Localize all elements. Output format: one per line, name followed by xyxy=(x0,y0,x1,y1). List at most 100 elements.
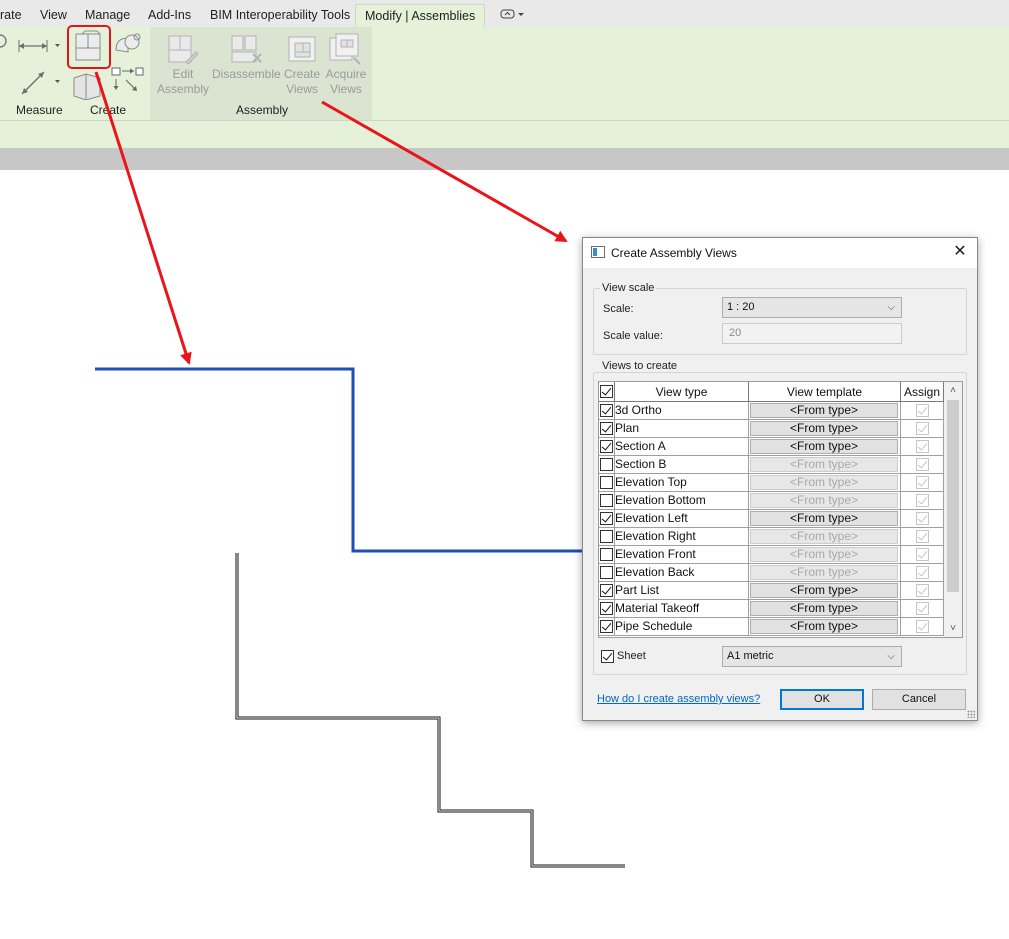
resize-grip-icon[interactable] xyxy=(967,710,975,718)
row-checkbox-cell[interactable] xyxy=(599,582,615,599)
row-checkbox-cell[interactable] xyxy=(599,528,615,545)
row-checkbox[interactable] xyxy=(600,404,613,417)
scroll-down-icon[interactable]: ˅ xyxy=(944,620,962,637)
assign-checkbox[interactable] xyxy=(916,404,929,417)
view-template-button[interactable]: <From type> xyxy=(750,601,898,616)
table-row[interactable]: Elevation Right <From type> xyxy=(599,528,944,546)
view-template-button[interactable]: <From type> xyxy=(750,475,898,490)
table-row[interactable]: Elevation Bottom <From type> xyxy=(599,492,944,510)
scroll-thumb[interactable] xyxy=(947,400,959,592)
scale-value-label: Scale value: xyxy=(603,330,663,342)
row-checkbox-cell[interactable] xyxy=(599,420,615,437)
row-checkbox-cell[interactable] xyxy=(599,510,615,527)
assign-checkbox[interactable] xyxy=(916,512,929,525)
scale-label: Scale: xyxy=(603,303,634,315)
cancel-button[interactable]: Cancel xyxy=(872,689,966,710)
assign-checkbox[interactable] xyxy=(916,602,929,615)
row-checkbox[interactable] xyxy=(600,476,613,489)
row-checkbox[interactable] xyxy=(600,584,613,597)
view-template-button[interactable]: <From type> xyxy=(750,565,898,580)
assign-checkbox[interactable] xyxy=(916,584,929,597)
table-row[interactable]: Part List <From type> xyxy=(599,582,944,600)
row-checkbox-cell[interactable] xyxy=(599,402,615,419)
view-type-cell: Section A xyxy=(615,438,749,455)
row-checkbox-cell[interactable] xyxy=(599,564,615,581)
assign-checkbox[interactable] xyxy=(916,566,929,579)
table-row[interactable]: Elevation Back <From type> xyxy=(599,564,944,582)
scale-value-field[interactable]: 20 xyxy=(722,323,902,344)
row-checkbox[interactable] xyxy=(600,422,613,435)
view-template-button[interactable]: <From type> xyxy=(750,493,898,508)
view-template-cell: <From type> xyxy=(749,618,901,635)
row-checkbox-cell[interactable] xyxy=(599,456,615,473)
view-template-button[interactable]: <From type> xyxy=(750,439,898,454)
view-template-button[interactable]: <From type> xyxy=(750,457,898,472)
dialog-title-bar[interactable]: Create Assembly Views ✕ xyxy=(583,238,977,268)
assign-checkbox[interactable] xyxy=(916,476,929,489)
assign-checkbox[interactable] xyxy=(916,440,929,453)
select-all-checkbox[interactable] xyxy=(600,385,613,398)
header-view-type[interactable]: View type xyxy=(615,382,749,402)
sheet-dropdown[interactable]: A1 metric ⌵ xyxy=(722,646,902,667)
view-template-button[interactable]: <From type> xyxy=(750,547,898,562)
view-type-cell: Plan xyxy=(615,420,749,437)
assign-checkbox[interactable] xyxy=(916,530,929,543)
row-checkbox[interactable] xyxy=(600,512,613,525)
row-checkbox[interactable] xyxy=(600,548,613,561)
row-checkbox[interactable] xyxy=(600,566,613,579)
row-checkbox-cell[interactable] xyxy=(599,600,615,617)
table-row[interactable]: Elevation Left <From type> xyxy=(599,510,944,528)
pipe-element-line[interactable] xyxy=(235,553,625,868)
header-view-template[interactable]: View template xyxy=(749,382,901,402)
header-select-all[interactable] xyxy=(599,382,615,402)
ok-button[interactable]: OK xyxy=(780,689,864,710)
assign-cell xyxy=(901,420,944,437)
view-type-cell: Part List xyxy=(615,582,749,599)
assign-cell xyxy=(901,438,944,455)
header-assign[interactable]: Assign xyxy=(901,382,944,402)
assign-checkbox[interactable] xyxy=(916,458,929,471)
view-template-button[interactable]: <From type> xyxy=(750,619,898,634)
row-checkbox[interactable] xyxy=(600,494,613,507)
row-checkbox[interactable] xyxy=(600,458,613,471)
row-checkbox-cell[interactable] xyxy=(599,618,615,635)
table-row[interactable]: 3d Ortho <From type> xyxy=(599,402,944,420)
help-link[interactable]: How do I create assembly views? xyxy=(597,693,760,705)
scale-value-text: 20 xyxy=(729,327,742,339)
table-row[interactable]: Plan <From type> xyxy=(599,420,944,438)
view-template-button[interactable]: <From type> xyxy=(750,511,898,526)
scale-dropdown[interactable]: 1 : 20 ⌵ xyxy=(722,297,902,318)
view-template-cell: <From type> xyxy=(749,456,901,473)
view-type-cell: Elevation Top xyxy=(615,474,749,491)
row-checkbox[interactable] xyxy=(600,530,613,543)
table-row[interactable]: Section A <From type> xyxy=(599,438,944,456)
scroll-up-icon[interactable]: ˄ xyxy=(944,382,962,399)
row-checkbox-cell[interactable] xyxy=(599,474,615,491)
table-row[interactable]: Material Takeoff <From type> xyxy=(599,600,944,618)
table-row[interactable]: Section B <From type> xyxy=(599,456,944,474)
selected-assembly-line[interactable] xyxy=(95,367,582,553)
row-checkbox[interactable] xyxy=(600,620,613,633)
view-template-button[interactable]: <From type> xyxy=(750,403,898,418)
table-row[interactable]: Pipe Schedule <From type> xyxy=(599,618,944,636)
row-checkbox-cell[interactable] xyxy=(599,492,615,509)
assign-checkbox[interactable] xyxy=(916,620,929,633)
table-row[interactable]: Elevation Top <From type> xyxy=(599,474,944,492)
close-icon[interactable]: ✕ xyxy=(951,243,969,261)
view-template-button[interactable]: <From type> xyxy=(750,529,898,544)
row-checkbox[interactable] xyxy=(600,602,613,615)
assign-cell xyxy=(901,618,944,635)
grid-scrollbar[interactable]: ˄ ˅ xyxy=(944,382,962,637)
assign-checkbox[interactable] xyxy=(916,494,929,507)
row-checkbox-cell[interactable] xyxy=(599,438,615,455)
row-checkbox-cell[interactable] xyxy=(599,546,615,563)
view-template-button[interactable]: <From type> xyxy=(750,583,898,598)
row-checkbox[interactable] xyxy=(600,440,613,453)
sheet-checkbox[interactable] xyxy=(601,650,614,663)
assign-cell xyxy=(901,402,944,419)
assign-checkbox[interactable] xyxy=(916,422,929,435)
view-template-cell: <From type> xyxy=(749,492,901,509)
view-template-button[interactable]: <From type> xyxy=(750,421,898,436)
table-row[interactable]: Elevation Front <From type> xyxy=(599,546,944,564)
assign-checkbox[interactable] xyxy=(916,548,929,561)
